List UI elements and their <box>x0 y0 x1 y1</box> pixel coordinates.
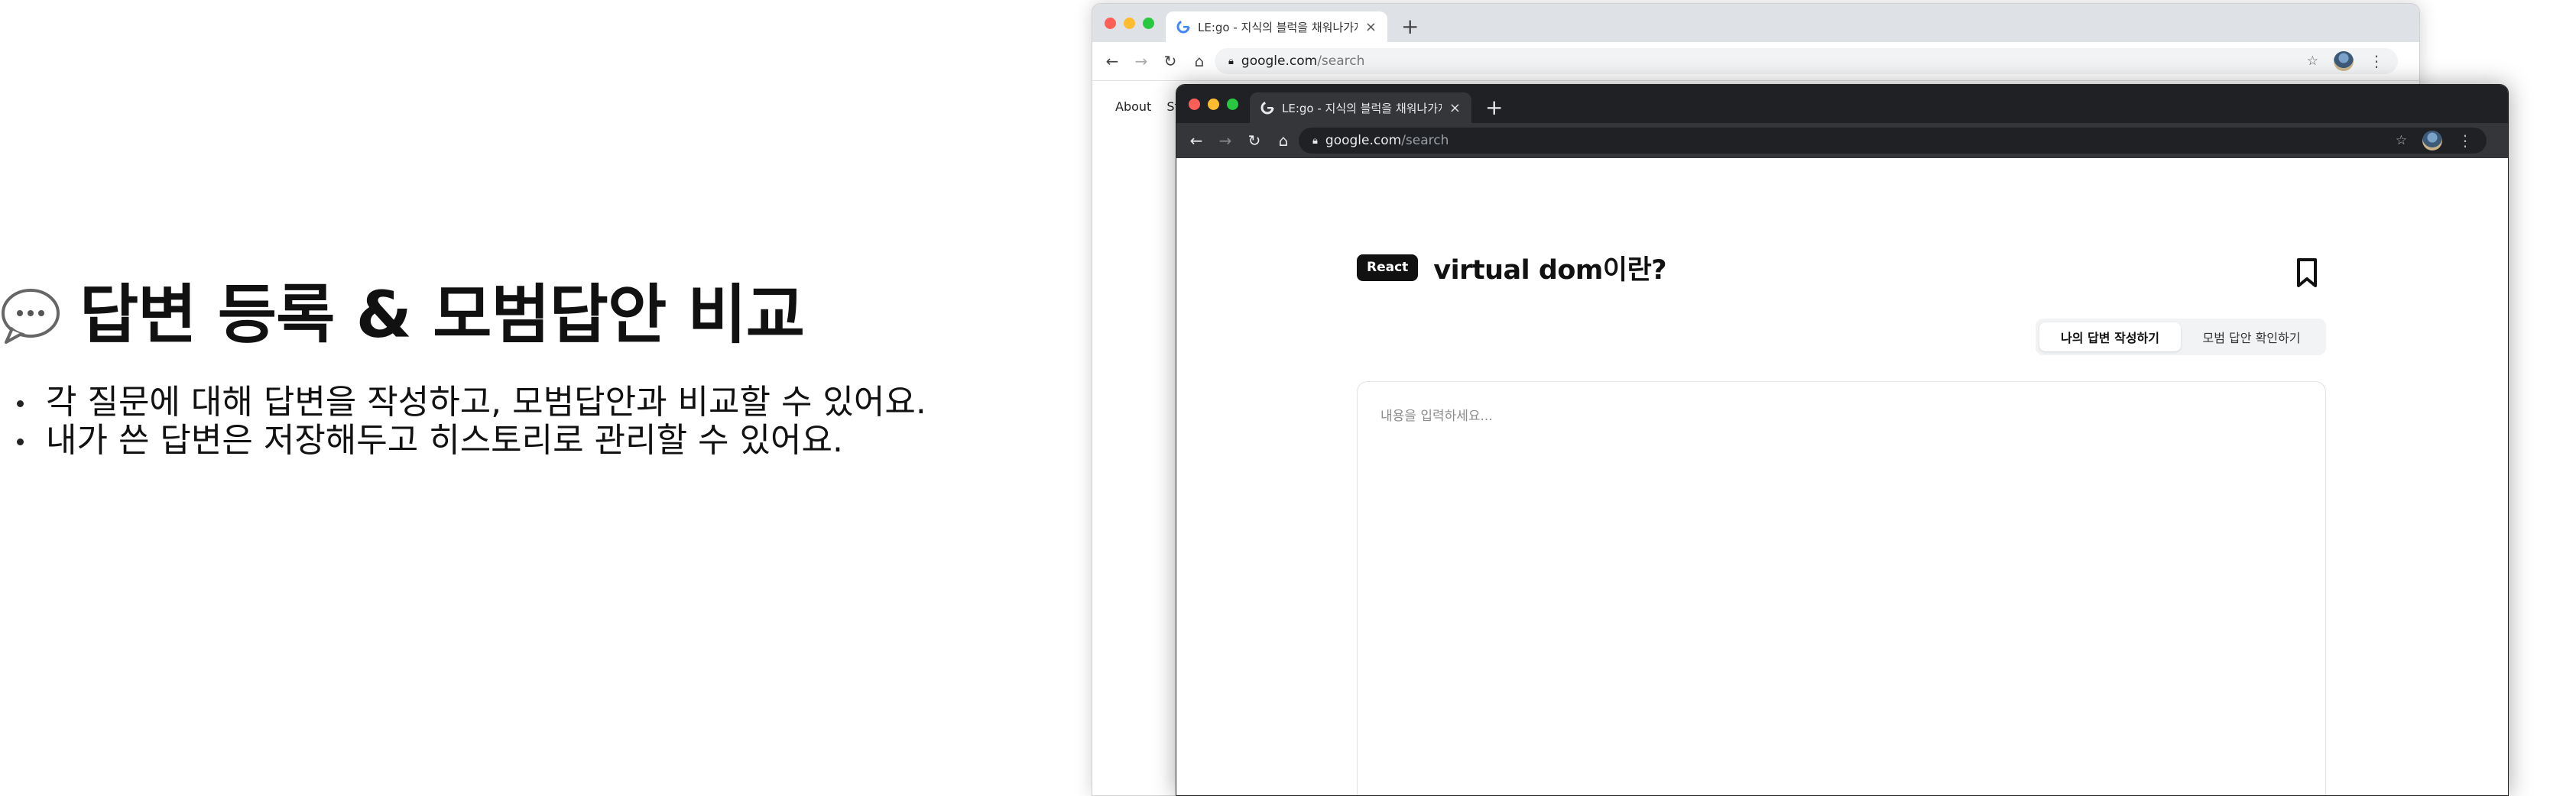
close-window-button[interactable] <box>1105 18 1116 29</box>
new-tab-icon[interactable]: + <box>1401 13 1419 40</box>
reload-icon[interactable]: ↻ <box>1247 131 1262 150</box>
close-tab-icon[interactable]: × <box>1449 100 1461 116</box>
tab-title: LE:go - 지식의 블럭을 채워나가자! <box>1198 20 1358 34</box>
maximize-window-button[interactable] <box>1227 99 1238 110</box>
profile-avatar[interactable] <box>2334 51 2354 71</box>
tab-model-answer[interactable]: 모범 답안 확인하기 <box>2181 322 2322 351</box>
feature-bullet: 내가 쓴 답변은 저장해두고 히스토리로 관리할 수 있어요. <box>0 422 994 460</box>
feature-title: 답변 등록 & 모범답안 비교 <box>79 277 805 352</box>
new-tab-icon[interactable]: + <box>1485 94 1503 121</box>
reload-icon[interactable]: ↻ <box>1163 52 1178 70</box>
close-window-button[interactable] <box>1189 99 1200 110</box>
tab-my-answer[interactable]: 나의 답변 작성하기 <box>2039 322 2181 351</box>
bullet-dot-icon <box>17 400 24 407</box>
home-icon[interactable]: ⌂ <box>1276 131 1291 150</box>
feature-bullet: 각 질문에 대해 답변을 작성하고, 모범답안과 비교할 수 있어요. <box>0 383 994 422</box>
url-host: google.com <box>1325 133 1402 148</box>
forward-arrow-icon[interactable]: → <box>1218 131 1233 150</box>
answer-tab-switcher: 나의 답변 작성하기 모범 답안 확인하기 <box>2036 319 2326 355</box>
front-tab-bar: LE:go - 지식의 블럭을 채워나가자! × + <box>1176 85 2508 123</box>
google-favicon-icon <box>1260 101 1274 115</box>
feature-heading: 답변 등록 & 모범답안 비교 <box>0 283 994 347</box>
nav-buttons: ← → ↻ ⌂ <box>1189 131 1291 150</box>
window-controls <box>1189 99 1238 110</box>
lock-icon: 🔒︎ <box>1312 134 1318 147</box>
nav-buttons: ← → ↻ ⌂ <box>1105 52 1207 70</box>
url-path: /search <box>1317 53 1365 69</box>
address-bar[interactable]: 🔒︎ google.com/search ☆ ⋮ <box>1215 48 2398 74</box>
speech-bubble-icon <box>0 284 61 345</box>
more-menu-icon[interactable]: ⋮ <box>2458 133 2473 148</box>
tab-title: LE:go - 지식의 블럭을 채워나가자! <box>1282 101 1442 115</box>
page-content: React virtual dom이란? 나의 답변 작성하기 모범 답안 확인… <box>1176 158 2508 795</box>
close-tab-icon[interactable]: × <box>1365 19 1377 35</box>
feature-bullet-text: 내가 쓴 답변은 저장해두고 히스토리로 관리할 수 있어요. <box>46 421 843 460</box>
category-badge: React <box>1357 254 1419 281</box>
question-header: React virtual dom이란? <box>1357 248 1667 287</box>
front-browser-window: LE:go - 지식의 블럭을 채워나가자! × + ← → ↻ ⌂ 🔒︎ go… <box>1176 84 2509 796</box>
feature-section: 답변 등록 & 모범답안 비교 각 질문에 대해 답변을 작성하고, 모범답안과… <box>0 283 994 460</box>
feature-bullet-list: 각 질문에 대해 답변을 작성하고, 모범답안과 비교할 수 있어요. 내가 쓴… <box>0 383 994 460</box>
maximize-window-button[interactable] <box>1143 18 1154 29</box>
lock-icon: 🔒︎ <box>1228 55 1234 67</box>
question-title: virtual dom이란? <box>1433 255 1667 286</box>
toolbar-actions: ☆ ⋮ <box>2396 131 2473 150</box>
back-arrow-icon[interactable]: ← <box>1189 131 1204 150</box>
back-arrow-icon[interactable]: ← <box>1105 52 1120 70</box>
minimize-window-button[interactable] <box>1124 18 1135 29</box>
home-icon[interactable]: ⌂ <box>1192 52 1207 70</box>
front-toolbar: ← → ↻ ⌂ 🔒︎ google.com/search ☆ ⋮ <box>1176 123 2508 158</box>
more-menu-icon[interactable]: ⋮ <box>2369 53 2384 69</box>
back-browser-tab[interactable]: LE:go - 지식의 블럭을 채워나가자! × <box>1166 11 1387 42</box>
bookmark-icon[interactable] <box>2295 257 2318 288</box>
forward-arrow-icon[interactable]: → <box>1134 52 1149 70</box>
url-host: google.com <box>1241 53 1318 69</box>
toolbar-actions: ☆ ⋮ <box>2307 51 2384 71</box>
feature-bullet-text: 각 질문에 대해 답변을 작성하고, 모범답안과 비교할 수 있어요. <box>46 383 926 422</box>
nav-link-about[interactable]: About <box>1115 99 1151 114</box>
bullet-dot-icon <box>17 438 24 445</box>
google-favicon-icon <box>1176 20 1190 34</box>
minimize-window-button[interactable] <box>1208 99 1219 110</box>
back-tab-bar: LE:go - 지식의 블럭을 채워나가자! × + <box>1092 4 2419 42</box>
star-icon[interactable]: ☆ <box>2396 133 2407 148</box>
answer-textarea[interactable] <box>1357 381 2326 795</box>
window-controls <box>1105 18 1154 29</box>
profile-avatar[interactable] <box>2422 131 2442 150</box>
url-path: /search <box>1401 133 1449 148</box>
back-toolbar: ← → ↻ ⌂ 🔒︎ google.com/search ☆ ⋮ <box>1092 42 2419 81</box>
address-bar[interactable]: 🔒︎ google.com/search ☆ ⋮ <box>1299 128 2487 154</box>
star-icon[interactable]: ☆ <box>2307 53 2318 69</box>
front-browser-tab[interactable]: LE:go - 지식의 블럭을 채워나가자! × <box>1250 92 1471 123</box>
